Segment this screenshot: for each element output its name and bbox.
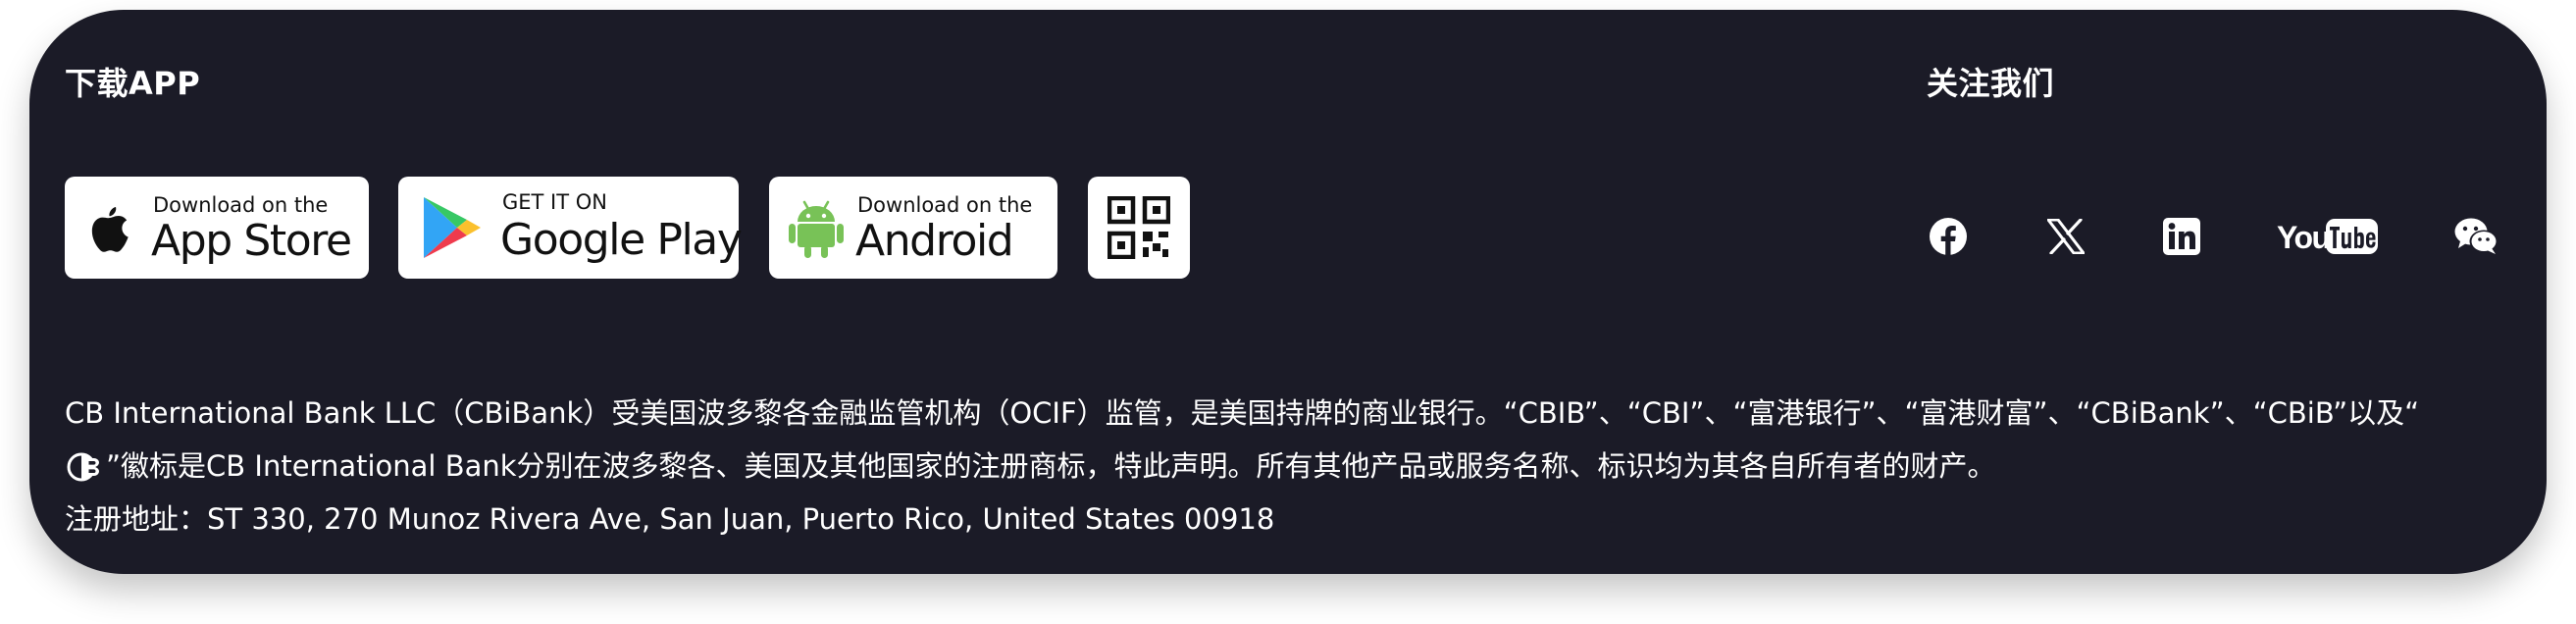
youtube-icon: You <box>2277 219 2378 255</box>
follow-heading: 关注我们 <box>1927 65 2055 102</box>
google-play-icon <box>424 197 481 258</box>
footer-card: 下载APP Download on the App Store GET IT O… <box>29 10 2547 574</box>
google-play-small-text: GET IT ON <box>502 190 607 214</box>
app-store-small-text: Download on the <box>153 193 329 217</box>
x-icon <box>2047 219 2085 254</box>
wechat-button[interactable] <box>2452 207 2501 266</box>
wechat-icon <box>2454 218 2499 254</box>
legal-line-2: ”徽标是CB International Bank分别在波多黎各、美国及其他国家… <box>106 449 1996 483</box>
android-big-text: Android <box>855 216 1014 266</box>
app-store-button[interactable]: Download on the App Store <box>65 177 369 279</box>
download-heading: 下载APP <box>65 65 201 102</box>
legal-line-3: 注册地址：ST 330, 270 Munoz Rivera Ave, San J… <box>65 502 1275 536</box>
facebook-button[interactable] <box>1927 207 1970 266</box>
legal-line-2-row: ”徽标是CB International Bank分别在波多黎各、美国及其他国家… <box>65 443 1996 485</box>
cbibank-logo-icon <box>67 452 99 482</box>
youtube-button[interactable]: You <box>2276 207 2380 266</box>
android-button[interactable]: Download on the Android <box>769 177 1057 279</box>
linkedin-button[interactable] <box>2160 207 2203 266</box>
google-play-button[interactable]: GET IT ON Google Play <box>398 177 743 279</box>
google-play-big-text: Google Play <box>500 215 743 265</box>
legal-line-1: CB International Bank LLC（CBiBank）受美国波多黎… <box>65 396 2420 430</box>
x-button[interactable] <box>2044 207 2087 266</box>
app-store-big-text: App Store <box>151 216 352 266</box>
android-small-text: Download on the <box>857 193 1033 217</box>
qr-code-icon <box>1108 196 1170 259</box>
facebook-icon <box>1930 218 1967 255</box>
android-icon <box>789 200 844 258</box>
apple-icon <box>91 207 129 252</box>
linkedin-icon <box>2163 218 2200 255</box>
qr-code-button[interactable] <box>1088 177 1190 279</box>
svg-text:You: You <box>2277 220 2330 255</box>
